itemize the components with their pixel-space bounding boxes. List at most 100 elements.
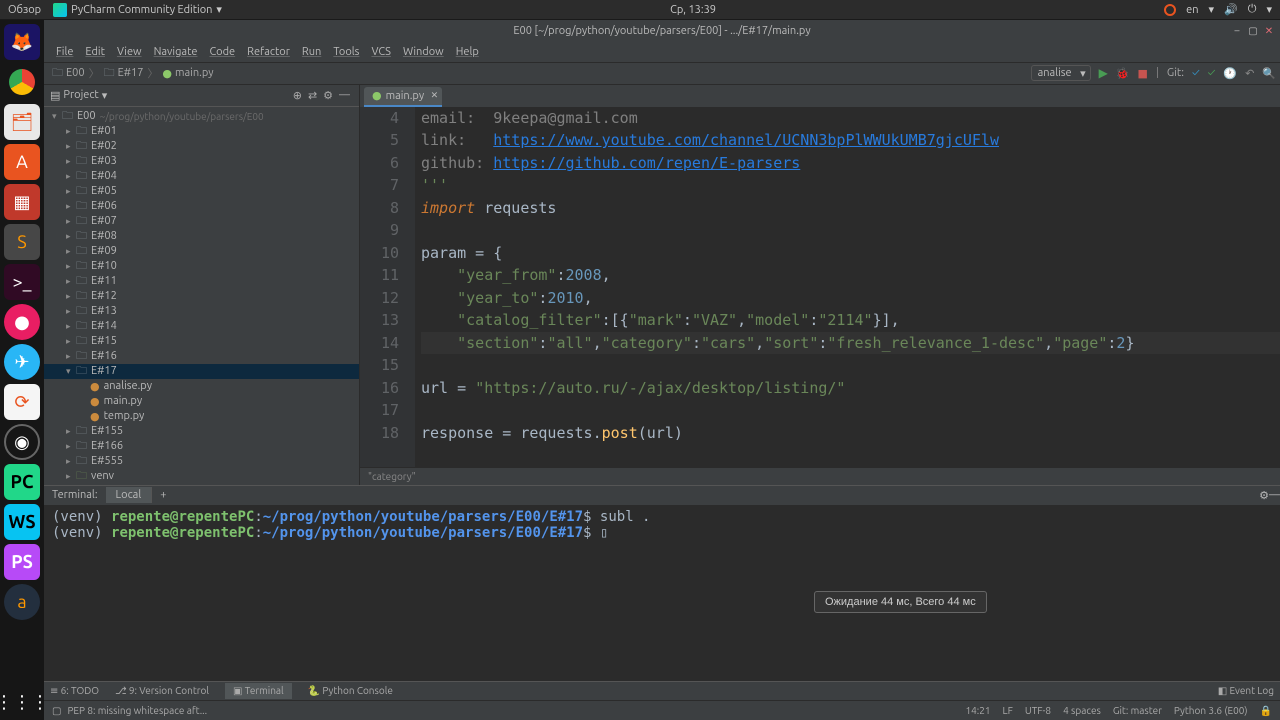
stop-button[interactable]: ■ bbox=[1138, 67, 1148, 80]
tree-E#05[interactable]: ▸🗀E#05 bbox=[44, 184, 359, 199]
maximize-button[interactable]: ▢ bbox=[1246, 24, 1260, 38]
menu-file[interactable]: File bbox=[50, 44, 79, 60]
breadcrumb-E00[interactable]: 🗀E00 bbox=[48, 64, 89, 83]
vcs-update-button[interactable]: ✓ bbox=[1192, 67, 1200, 79]
dock-app-pink[interactable]: ● bbox=[4, 304, 40, 340]
dock-webstorm[interactable]: WS bbox=[4, 504, 40, 540]
new-terminal-button[interactable]: + bbox=[152, 487, 174, 503]
project-combo[interactable]: ▤ Project ▾ bbox=[50, 89, 107, 102]
dock-amazon[interactable]: a bbox=[4, 584, 40, 620]
terminal-tab-local[interactable]: Local bbox=[106, 487, 153, 503]
tree-E#06[interactable]: ▸🗀E#06 bbox=[44, 199, 359, 214]
vcs-commit-button[interactable]: ✓ bbox=[1208, 67, 1216, 79]
menu-refactor[interactable]: Refactor bbox=[241, 44, 296, 60]
dock-phpstorm[interactable]: PS bbox=[4, 544, 40, 580]
menu-navigate[interactable]: Navigate bbox=[148, 44, 204, 60]
os-menu-chevron[interactable]: ▾ bbox=[1266, 3, 1272, 16]
vcs-revert-button[interactable]: ↶ bbox=[1245, 67, 1254, 80]
menu-vcs[interactable]: VCS bbox=[365, 44, 397, 60]
app-name[interactable]: PyCharm Community Edition bbox=[71, 4, 212, 16]
terminal-panel[interactable]: (venv) repente@repentePC:~/prog/python/y… bbox=[44, 505, 1280, 681]
tree-E#02[interactable]: ▸🗀E#02 bbox=[44, 139, 359, 154]
search-everywhere-button[interactable]: 🔍 bbox=[1262, 67, 1276, 80]
line-separator[interactable]: LF bbox=[1003, 705, 1013, 716]
tool--python-console[interactable]: 🐍 Python Console bbox=[308, 685, 393, 697]
tree-E#10[interactable]: ▸🗀E#10 bbox=[44, 259, 359, 274]
menu-help[interactable]: Help bbox=[450, 44, 485, 60]
tree-E#17[interactable]: ▾🗀E#17 bbox=[44, 364, 359, 379]
tree-E#08[interactable]: ▸🗀E#08 bbox=[44, 229, 359, 244]
os-clock[interactable]: Ср, 13:39 bbox=[222, 4, 1164, 16]
tree-E#11[interactable]: ▸🗀E#11 bbox=[44, 274, 359, 289]
menu-run[interactable]: Run bbox=[296, 44, 327, 60]
activities-label[interactable]: Обзор bbox=[8, 4, 41, 16]
tree-analise.py[interactable]: ●analise.py bbox=[44, 379, 359, 394]
debug-button[interactable]: 🐞 bbox=[1116, 67, 1130, 80]
tool--terminal[interactable]: ▣ Terminal bbox=[225, 683, 292, 699]
git-branch[interactable]: Git: master bbox=[1113, 705, 1162, 716]
tree-E00[interactable]: ▾🗀E00~/prog/python/youtube/parsers/E00 bbox=[44, 109, 359, 124]
file-encoding[interactable]: UTF-8 bbox=[1025, 705, 1051, 716]
project-tree[interactable]: ▾🗀E00~/prog/python/youtube/parsers/E00▸🗀… bbox=[44, 107, 359, 486]
code-editor[interactable]: 456789101112131415161718 email: 9keepa@g… bbox=[360, 107, 1280, 468]
run-button[interactable]: ▶ bbox=[1099, 66, 1108, 80]
tree-temp.py[interactable]: ●temp.py bbox=[44, 409, 359, 424]
settings-icon[interactable]: ⚙ bbox=[320, 89, 336, 102]
tree-E#12[interactable]: ▸🗀E#12 bbox=[44, 289, 359, 304]
tree-E#01[interactable]: ▸🗀E#01 bbox=[44, 124, 359, 139]
terminal-settings-icon[interactable]: ⚙ bbox=[1259, 489, 1269, 502]
indent-info[interactable]: 4 spaces bbox=[1063, 705, 1101, 716]
tree-E#07[interactable]: ▸🗀E#07 bbox=[44, 214, 359, 229]
breadcrumb-main.py[interactable]: ●main.py bbox=[158, 67, 217, 80]
tool--6-todo[interactable]: ≡ 6: TODO bbox=[50, 685, 99, 697]
menu-window[interactable]: Window bbox=[397, 44, 450, 60]
menu-view[interactable]: View bbox=[111, 44, 148, 60]
tree-E#155[interactable]: ▸🗀E#155 bbox=[44, 424, 359, 439]
tool--9-version-control[interactable]: ⎇ 9: Version Control bbox=[115, 685, 209, 697]
dock-pycharm[interactable]: PC bbox=[4, 464, 40, 500]
tree-E#15[interactable]: ▸🗀E#15 bbox=[44, 334, 359, 349]
tree-E#16[interactable]: ▸🗀E#16 bbox=[44, 349, 359, 364]
close-tab-icon[interactable]: ✕ bbox=[431, 90, 439, 101]
python-interpreter[interactable]: Python 3.6 (E00) bbox=[1174, 705, 1248, 716]
event-log-button[interactable]: ◧ Event Log bbox=[1218, 685, 1274, 697]
lock-icon[interactable]: 🔒 bbox=[1260, 705, 1272, 717]
hide-button[interactable]: — bbox=[336, 89, 353, 101]
status-icon[interactable]: ▢ bbox=[52, 705, 61, 717]
dock-files[interactable]: 🗂 bbox=[4, 104, 40, 140]
dock-firefox[interactable]: 🦊 bbox=[4, 24, 40, 60]
dock-app-red[interactable]: ▦ bbox=[4, 184, 40, 220]
tree-E#166[interactable]: ▸🗀E#166 bbox=[44, 439, 359, 454]
run-config-selector[interactable]: analise bbox=[1031, 65, 1091, 81]
tree-E#03[interactable]: ▸🗀E#03 bbox=[44, 154, 359, 169]
tree-E#14[interactable]: ▸🗀E#14 bbox=[44, 319, 359, 334]
tree-E#04[interactable]: ▸🗀E#04 bbox=[44, 169, 359, 184]
lang-indicator[interactable]: en bbox=[1186, 4, 1198, 16]
dock-terminal[interactable]: >_ bbox=[4, 264, 40, 300]
dock-software[interactable]: A bbox=[4, 144, 40, 180]
dock-telegram[interactable]: ✈ bbox=[4, 344, 40, 380]
vcs-history-button[interactable]: 🕐 bbox=[1223, 67, 1237, 80]
dock-app-white[interactable]: ⟳ bbox=[4, 384, 40, 420]
terminal-hide-button[interactable]: — bbox=[1269, 489, 1280, 501]
dock-apps-grid[interactable]: ⋮⋮⋮ bbox=[4, 684, 40, 720]
tree-E#13[interactable]: ▸🗀E#13 bbox=[44, 304, 359, 319]
tree-E#555[interactable]: ▸🗀E#555 bbox=[44, 454, 359, 469]
dock-sublime[interactable]: S bbox=[4, 224, 40, 260]
menu-tools[interactable]: Tools bbox=[327, 44, 365, 60]
editor-tab-main[interactable]: ● main.py ✕ bbox=[364, 87, 442, 107]
menu-code[interactable]: Code bbox=[203, 44, 241, 60]
minimize-button[interactable]: – bbox=[1230, 24, 1244, 38]
dock-obs[interactable]: ◉ bbox=[4, 424, 40, 460]
breadcrumb-E#17[interactable]: 🗀E#17 bbox=[100, 64, 148, 83]
tree-E#09[interactable]: ▸🗀E#09 bbox=[44, 244, 359, 259]
tree-main.py[interactable]: ●main.py bbox=[44, 394, 359, 409]
tree-venv[interactable]: ▸🗀venv bbox=[44, 469, 359, 484]
locate-button[interactable]: ⊕ bbox=[290, 89, 305, 102]
close-button[interactable]: ✕ bbox=[1262, 24, 1276, 38]
menu-edit[interactable]: Edit bbox=[79, 44, 111, 60]
dock-chrome[interactable] bbox=[4, 64, 40, 100]
expand-all-button[interactable]: ⇄ bbox=[305, 89, 320, 102]
code-breadcrumb[interactable]: "category" bbox=[360, 467, 1280, 485]
cursor-position[interactable]: 14:21 bbox=[965, 705, 990, 716]
